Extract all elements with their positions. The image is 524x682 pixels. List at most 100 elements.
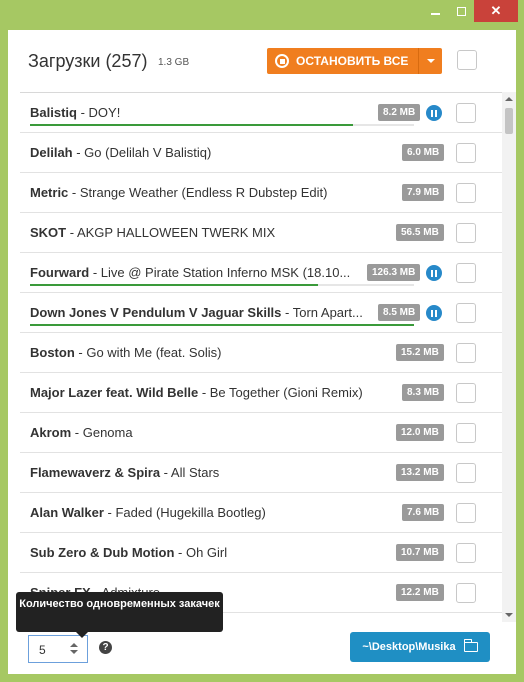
file-size-badge: 12.2 MB [396, 584, 444, 601]
track-name: Sub Zero & Dub Motion - Oh Girl [30, 545, 370, 560]
download-row[interactable]: Fourward - Live @ Pirate Station Inferno… [20, 253, 502, 293]
track-artist: Boston [30, 345, 75, 360]
track-name: Boston - Go with Me (feat. Solis) [30, 345, 370, 360]
track-title: - Go (Delilah V Balistiq) [72, 145, 212, 160]
pause-icon[interactable] [426, 265, 442, 281]
track-artist: Flamewaverz & Spira [30, 465, 161, 480]
track-name: Balistiq - DOY! [30, 105, 370, 120]
track-title: - Torn Apart... [281, 305, 363, 320]
track-title: - Be Together (Gioni Remix) [198, 385, 363, 400]
row-checkbox[interactable] [456, 423, 476, 443]
download-row[interactable]: Major Lazer feat. Wild Belle - Be Togeth… [20, 373, 502, 413]
download-row[interactable]: Akrom - Genoma 12.0 MB [20, 413, 502, 453]
track-artist: Akrom [30, 425, 72, 440]
scroll-up-button[interactable] [502, 92, 516, 106]
download-progress-fill [30, 324, 414, 326]
track-title: - DOY! [76, 105, 121, 120]
pause-icon[interactable] [426, 105, 442, 121]
download-row[interactable]: Flamewaverz & Spira - All Stars 13.2 MB [20, 453, 502, 493]
download-row[interactable]: Down Jones V Pendulum V Jaguar Skills - … [20, 293, 502, 333]
downloads-footer: 5 ? Количество одновременных закачек ~\D… [8, 592, 516, 674]
download-progress-bar [30, 124, 414, 126]
track-title: - Genoma [71, 425, 133, 440]
file-size-badge: 10.7 MB [396, 544, 444, 561]
row-checkbox[interactable] [456, 463, 476, 483]
track-name: SKOT - AKGP HALLOWEEN TWERK MIX [30, 225, 370, 240]
row-checkbox[interactable] [456, 183, 476, 203]
row-checkbox[interactable] [456, 263, 476, 283]
track-name: Flamewaverz & Spira - All Stars [30, 465, 370, 480]
list-scrollbar[interactable] [502, 92, 516, 622]
track-artist: Major Lazer feat. Wild Belle [30, 385, 199, 400]
download-progress-bar [30, 284, 414, 286]
download-row[interactable]: Sub Zero & Dub Motion - Oh Girl 10.7 MB [20, 533, 502, 573]
open-folder-button[interactable]: ~\Desktop\Musika [350, 632, 490, 662]
scroll-down-button[interactable] [502, 608, 516, 622]
maximize-button[interactable] [450, 0, 472, 22]
downloads-panel: Загрузки (257) 1.3 GB ОСТАНОВИТЬ ВСЕ Bal… [8, 30, 516, 674]
row-checkbox[interactable] [456, 223, 476, 243]
track-artist: SKOT [30, 225, 67, 240]
row-checkbox[interactable] [456, 143, 476, 163]
folder-path-label: ~\Desktop\Musika [362, 641, 456, 653]
track-name: Metric - Strange Weather (Endless R Dubs… [30, 185, 370, 200]
minimize-button[interactable] [424, 0, 446, 22]
arrow-down-icon [505, 613, 513, 617]
row-checkbox[interactable] [456, 543, 476, 563]
concurrent-downloads-value: 5 [39, 643, 46, 657]
track-title: - Faded (Hugekilla Bootleg) [103, 505, 266, 520]
download-row[interactable]: Boston - Go with Me (feat. Solis) 15.2 MB [20, 333, 502, 373]
maximize-icon [456, 6, 466, 16]
track-artist: Down Jones V Pendulum V Jaguar Skills [30, 305, 282, 320]
track-artist: Sub Zero & Dub Motion [30, 545, 175, 560]
download-row[interactable]: Alan Walker - Faded (Hugekilla Bootleg) 7… [20, 493, 502, 533]
track-name: Delilah - Go (Delilah V Balistiq) [30, 145, 370, 160]
file-size-badge: 8.5 MB [378, 304, 421, 321]
file-size-badge: 8.2 MB [378, 104, 421, 121]
file-size-badge: 15.2 MB [396, 344, 444, 361]
pause-icon[interactable] [426, 305, 442, 321]
row-checkbox[interactable] [456, 343, 476, 363]
track-title: - All Stars [160, 465, 220, 480]
file-size-badge: 7.9 MB [402, 184, 445, 201]
arrow-up-icon [505, 97, 513, 101]
download-row[interactable]: Delilah - Go (Delilah V Balistiq) 6.0 MB [20, 133, 502, 173]
download-row[interactable]: Balistiq - DOY! 8.2 MB [20, 93, 502, 133]
track-title: - Go with Me (feat. Solis) [74, 345, 222, 360]
download-row[interactable]: Metric - Strange Weather (Endless R Dubs… [20, 173, 502, 213]
download-row[interactable]: SKOT - AKGP HALLOWEEN TWERK MIX 56.5 MB [20, 213, 502, 253]
stop-all-label: ОСТАНОВИТЬ ВСЕ [296, 54, 409, 68]
row-checkbox[interactable] [456, 303, 476, 323]
row-checkbox[interactable] [456, 383, 476, 403]
window-titlebar: ✕ [0, 0, 524, 30]
file-size-badge: 13.2 MB [396, 464, 444, 481]
row-checkbox[interactable] [456, 583, 476, 603]
scroll-thumb[interactable] [505, 108, 513, 134]
stop-all-button[interactable]: ОСТАНОВИТЬ ВСЕ [267, 48, 442, 74]
row-checkbox[interactable] [456, 103, 476, 123]
select-all-checkbox[interactable] [457, 50, 477, 70]
minimize-icon [430, 13, 440, 15]
stop-all-dropdown-toggle[interactable] [418, 48, 442, 74]
caret-down-icon [426, 59, 435, 63]
track-artist: Alan Walker [30, 505, 104, 520]
track-title: - Oh Girl [174, 545, 228, 560]
file-size-badge: 8.3 MB [402, 384, 445, 401]
decrement-icon[interactable] [70, 650, 78, 654]
file-size-badge: 126.3 MB [367, 264, 421, 281]
close-button[interactable]: ✕ [474, 0, 518, 22]
stop-icon [275, 54, 289, 68]
concurrent-downloads-stepper[interactable]: 5 [28, 635, 88, 663]
file-size-badge: 7.6 MB [402, 504, 445, 521]
file-size-badge: 56.5 MB [396, 224, 444, 241]
file-size-badge: 12.0 MB [396, 424, 444, 441]
track-name: Akrom - Genoma [30, 425, 370, 440]
concurrent-downloads-tooltip: Количество одновременных закачек [16, 592, 223, 638]
download-progress-bar [30, 324, 414, 326]
downloads-header: Загрузки (257) 1.3 GB ОСТАНОВИТЬ ВСЕ [8, 30, 516, 92]
row-checkbox[interactable] [456, 503, 476, 523]
increment-icon[interactable] [70, 643, 78, 647]
help-icon[interactable]: ? [99, 641, 112, 654]
stepper-arrows[interactable] [69, 643, 79, 657]
download-progress-fill [30, 124, 353, 126]
